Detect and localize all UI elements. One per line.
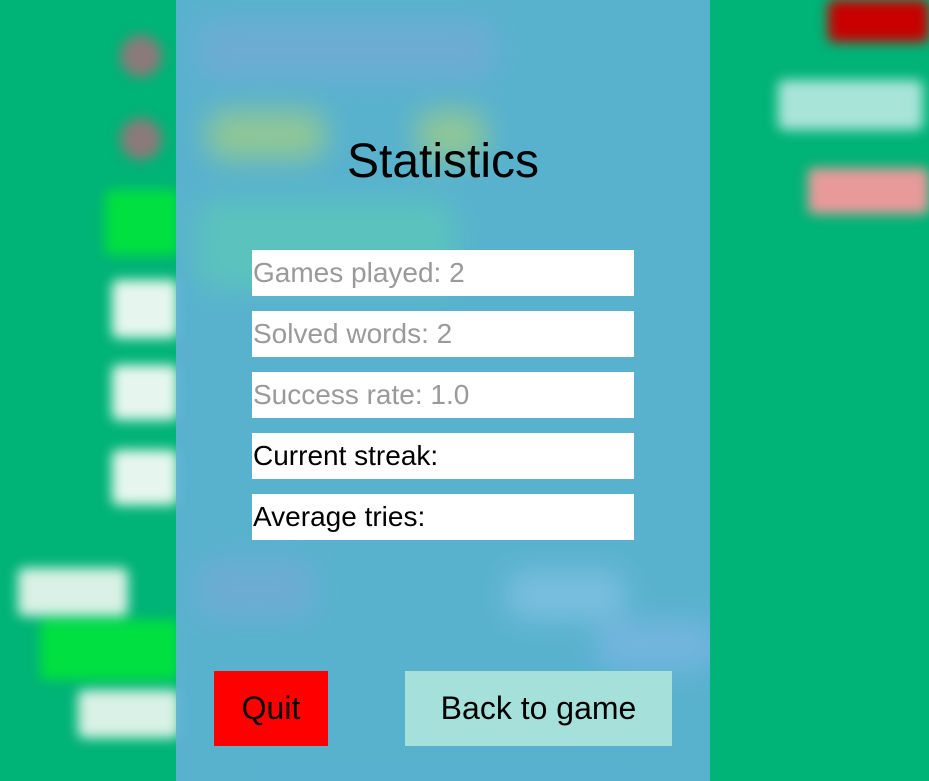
stat-games-played: Games played: 2 [252, 250, 634, 296]
haze-blob [506, 570, 626, 620]
background-white-tile [112, 280, 178, 338]
background-white-tile [112, 365, 178, 420]
background-dot [120, 35, 162, 77]
stat-average-tries: Average tries: [252, 494, 634, 540]
stat-current-streak: Current streak: [252, 433, 634, 479]
background-white-tile [18, 568, 128, 616]
background-light-button [778, 80, 923, 130]
background-white-tile [112, 450, 178, 505]
background-red-button [828, 0, 929, 42]
background-green-tile [105, 190, 180, 255]
back-to-game-button[interactable]: Back to game [405, 671, 672, 746]
stat-success-rate: Success rate: 1.0 [252, 372, 634, 418]
background-dot [120, 118, 162, 160]
haze-blob [196, 20, 496, 80]
statistics-modal: Statistics Games played: 2 Solved words:… [176, 0, 710, 781]
stat-solved-words: Solved words: 2 [252, 311, 634, 357]
background-white-tile [78, 690, 180, 738]
quit-button[interactable]: Quit [214, 671, 328, 746]
haze-blob [596, 620, 710, 670]
haze-blob [196, 560, 316, 620]
background-pink-button [808, 168, 929, 214]
background-green-tile [40, 620, 180, 680]
modal-title: Statistics [346, 135, 540, 188]
